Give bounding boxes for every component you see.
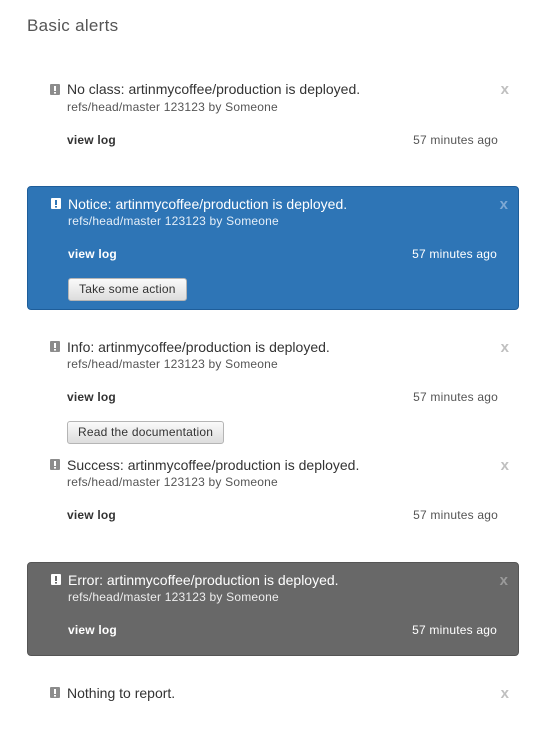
alert-success: Success: artinmycoffee/production is dep…: [27, 448, 519, 534]
exclamation-icon: [51, 574, 61, 585]
alert-meta: refs/head/master 123123 by Someone: [67, 100, 278, 114]
alert-timestamp: 57 minutes ago: [413, 508, 498, 522]
alert-title: Nothing to report.: [67, 685, 176, 701]
alert-meta: refs/head/master 123123 by Someone: [68, 214, 279, 228]
alert-error: Error: artinmycoffee/production is deplo…: [27, 562, 519, 656]
alert-title: Notice: artinmycoffee/production is depl…: [68, 196, 348, 212]
alert-timestamp: 57 minutes ago: [412, 247, 497, 261]
close-icon[interactable]: x: [501, 339, 509, 356]
alert-meta: refs/head/master 123123 by Someone: [67, 475, 278, 489]
alert-timestamp: 57 minutes ago: [413, 390, 498, 404]
view-log-link[interactable]: view log: [68, 247, 117, 261]
exclamation-icon: [50, 687, 60, 698]
view-log-link[interactable]: view log: [67, 390, 116, 404]
close-icon[interactable]: x: [500, 572, 508, 589]
exclamation-icon: [50, 459, 60, 470]
alert-notice: Notice: artinmycoffee/production is depl…: [27, 186, 519, 310]
alert-meta: refs/head/master 123123 by Someone: [68, 590, 279, 604]
alert-title: Success: artinmycoffee/production is dep…: [67, 457, 360, 473]
close-icon[interactable]: x: [501, 685, 509, 702]
close-icon[interactable]: x: [501, 81, 509, 98]
close-icon[interactable]: x: [500, 196, 508, 213]
view-log-link[interactable]: view log: [67, 133, 116, 147]
view-log-link[interactable]: view log: [68, 623, 117, 637]
alert-title: Info: artinmycoffee/production is deploy…: [67, 339, 330, 355]
alert-meta: refs/head/master 123123 by Someone: [67, 357, 278, 371]
alert-timestamp: 57 minutes ago: [413, 133, 498, 147]
exclamation-icon: [50, 84, 60, 95]
take-action-button[interactable]: Take some action: [68, 278, 187, 301]
page-title: Basic alerts: [27, 16, 119, 35]
alert-nothing: Nothing to report. x: [27, 676, 519, 716]
alert-title: No class: artinmycoffee/production is de…: [67, 81, 361, 97]
exclamation-icon: [50, 341, 60, 352]
view-log-link[interactable]: view log: [67, 508, 116, 522]
alert-timestamp: 57 minutes ago: [412, 623, 497, 637]
alert-title: Error: artinmycoffee/production is deplo…: [68, 572, 339, 588]
alert-no-class: No class: artinmycoffee/production is de…: [27, 72, 519, 158]
read-documentation-button[interactable]: Read the documentation: [67, 421, 225, 444]
alert-info: Info: artinmycoffee/production is deploy…: [27, 330, 519, 445]
close-icon[interactable]: x: [501, 457, 509, 474]
exclamation-icon: [51, 198, 61, 209]
